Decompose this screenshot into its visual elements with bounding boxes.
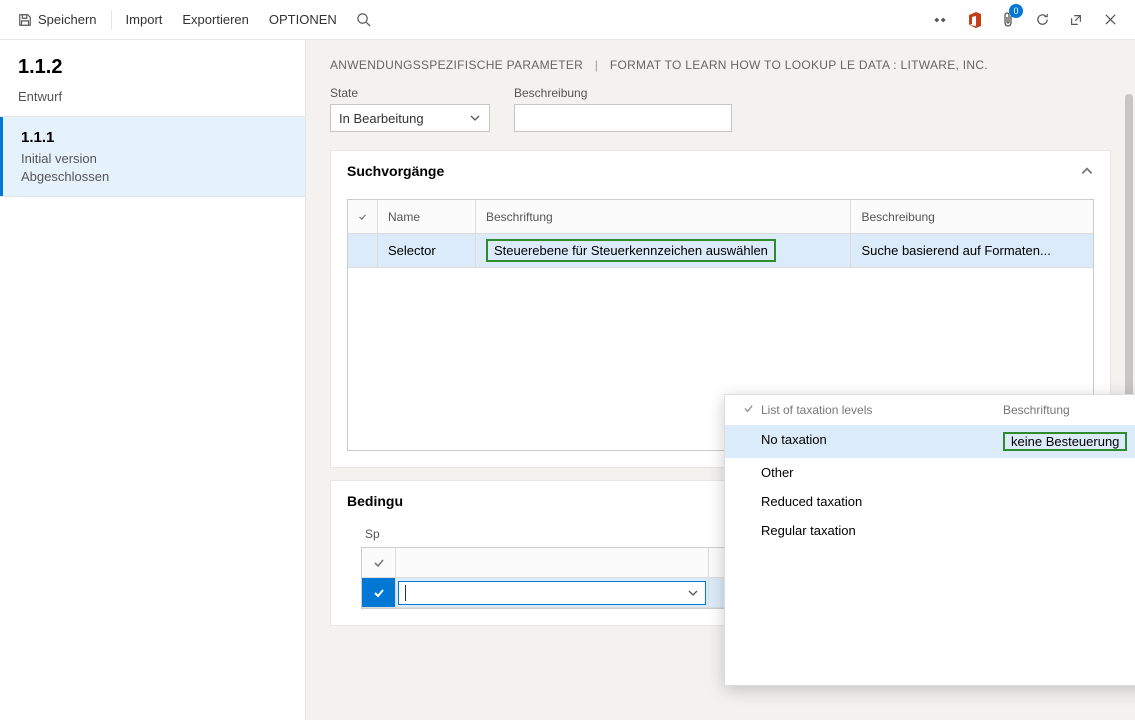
left-header: 1.1.2	[0, 40, 305, 89]
row-beschreibung: Suche basierend auf Formaten...	[851, 234, 1093, 268]
link-icon	[932, 14, 948, 26]
content-pane: ANWENDUNGSSPEZIFISCHE PARAMETER | FORMAT…	[306, 40, 1135, 720]
description-label: Beschreibung	[514, 86, 732, 100]
dd-row-other[interactable]: Other	[725, 458, 1135, 487]
chevron-down-icon	[687, 587, 699, 599]
state-field: State In Bearbeitung	[330, 86, 490, 132]
state-select[interactable]: In Bearbeitung	[330, 104, 490, 132]
dd-row-reduced[interactable]: Reduced taxation	[725, 487, 1135, 516]
dd-label: Other	[761, 465, 1003, 480]
save-label: Speichern	[38, 12, 97, 27]
refresh-icon	[1035, 12, 1050, 27]
version-item[interactable]: 1.1.1 Initial version Abgeschlossen	[0, 117, 305, 196]
check-icon	[373, 587, 385, 599]
dd-label: Reduced taxation	[761, 494, 1003, 509]
row-select-cell[interactable]	[348, 234, 378, 268]
link-icon-button[interactable]	[923, 0, 957, 40]
close-button[interactable]	[1093, 0, 1127, 40]
crumb-separator: |	[587, 58, 606, 72]
cond-col-select[interactable]	[362, 548, 396, 578]
chevron-up-icon	[1080, 164, 1094, 178]
save-icon	[18, 13, 32, 27]
export-button[interactable]: Exportieren	[172, 0, 258, 40]
highlighted-label: keine Besteuerung	[1003, 432, 1127, 451]
dd-row-regular[interactable]: Regular taxation	[725, 516, 1135, 545]
dd-col-beschriftung[interactable]: Beschriftung	[1003, 403, 1135, 417]
refresh-button[interactable]	[1025, 0, 1059, 40]
attachments-button[interactable]: 0	[991, 0, 1025, 40]
search-icon	[356, 12, 371, 27]
cond-lookup-cell[interactable]	[396, 578, 709, 608]
lookups-panel-title: Suchvorgänge	[347, 163, 444, 179]
version-list-pane: 1.1.2 Entwurf 1.1.1 Initial version Abge…	[0, 40, 306, 720]
popout-icon	[1069, 13, 1083, 27]
highlighted-label: Steuerebene für Steuerkennzeichen auswäh…	[486, 239, 776, 262]
dd-col-levels[interactable]: List of taxation levels	[761, 403, 1003, 417]
crumb-root[interactable]: ANWENDUNGSSPEZIFISCHE PARAMETER	[330, 58, 583, 72]
attachments-badge: 0	[1009, 4, 1023, 18]
version-item-line1: Initial version	[21, 150, 287, 168]
crumb-current: FORMAT TO LEARN HOW TO LOOKUP LE DATA : …	[610, 58, 988, 72]
lookups-panel-header[interactable]: Suchvorgänge	[331, 151, 1110, 191]
col-select[interactable]	[348, 200, 378, 234]
description-input[interactable]	[514, 104, 732, 132]
state-label: State	[330, 86, 490, 100]
command-bar: Speichern Import Exportieren OPTIONEN 0	[0, 0, 1135, 40]
dd-label: No taxation	[761, 432, 1003, 451]
lookup-row[interactable]: Selector Steuerebene für Steuerkennzeich…	[348, 234, 1093, 268]
check-icon	[373, 557, 385, 569]
col-name[interactable]: Name	[378, 200, 476, 234]
dd-row-no-taxation[interactable]: No taxation keine Besteuerung	[725, 425, 1135, 458]
check-icon	[743, 403, 754, 414]
conditions-panel-title: Bedingu	[347, 493, 403, 509]
row-name: Selector	[378, 234, 476, 268]
row-beschriftung: Steuerebene für Steuerkennzeichen auswäh…	[476, 234, 851, 268]
close-icon	[1104, 13, 1117, 26]
state-value: In Bearbeitung	[339, 111, 424, 126]
separator	[111, 10, 112, 30]
search-button[interactable]	[347, 0, 381, 40]
taxation-dropdown: List of taxation levels Beschriftung No …	[724, 394, 1135, 686]
cond-col-a[interactable]	[396, 548, 709, 578]
dd-col-check	[735, 403, 761, 417]
left-subtitle: Entwurf	[0, 89, 305, 116]
breadcrumb: ANWENDUNGSSPEZIFISCHE PARAMETER | FORMAT…	[306, 40, 1135, 80]
description-field: Beschreibung	[514, 86, 732, 132]
save-button[interactable]: Speichern	[8, 0, 107, 40]
dd-beschriftung: keine Besteuerung	[1003, 432, 1135, 451]
office-icon-button[interactable]	[957, 0, 991, 40]
version-item-title: 1.1.1	[21, 129, 287, 146]
col-beschriftung[interactable]: Beschriftung	[476, 200, 851, 234]
cond-row-select[interactable]	[362, 578, 396, 608]
check-icon	[358, 211, 367, 223]
office-icon	[967, 12, 981, 28]
options-button[interactable]: OPTIONEN	[259, 0, 347, 40]
chevron-down-icon	[469, 112, 481, 124]
col-beschreibung[interactable]: Beschreibung	[851, 200, 1093, 234]
dd-label: Regular taxation	[761, 523, 1003, 538]
popout-button[interactable]	[1059, 0, 1093, 40]
version-item-line2: Abgeschlossen	[21, 168, 287, 186]
import-button[interactable]: Import	[116, 0, 173, 40]
